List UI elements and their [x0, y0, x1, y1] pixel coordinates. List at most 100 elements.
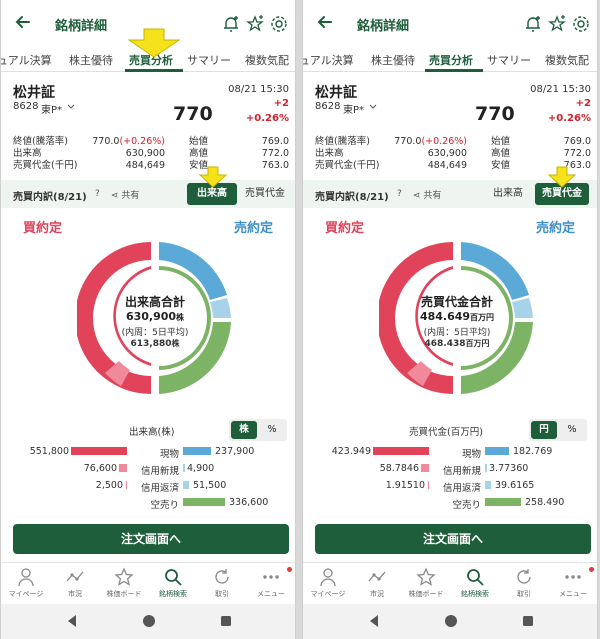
- unit-shares-button[interactable]: 株: [231, 421, 257, 439]
- nav-board[interactable]: 株価ボード: [99, 567, 149, 599]
- bell-plus-icon[interactable]: [221, 14, 241, 34]
- buy-bar: [71, 447, 127, 455]
- tab-shareholder-benefits[interactable]: 株主優待: [69, 52, 113, 68]
- nav-trade[interactable]: 取引: [499, 567, 549, 599]
- tab-trade-analysis[interactable]: 売買分析: [429, 52, 473, 68]
- stock-header: 松井証 8628 東P* 08/21 15:30 770 +2 +0.26%: [303, 80, 597, 132]
- quote-label: 始値: [189, 136, 209, 147]
- help-icon[interactable]: ?: [397, 189, 402, 199]
- breakdown-toolbar: 売買内訳(8/21) ? ⋖ 共有 出来高 売買代金: [1, 180, 295, 208]
- tab-dual-results[interactable]: ュアル決算: [303, 52, 354, 68]
- category-label: 空売り: [150, 500, 179, 511]
- sell-value: 258.490: [525, 497, 565, 508]
- buy-label: 買約定: [325, 221, 365, 236]
- bottom-nav: マイページ 市況 株価ボード 銘柄検索 取引 メニュー: [1, 562, 295, 604]
- person-icon: [320, 568, 336, 587]
- recents-square-icon[interactable]: [219, 614, 233, 628]
- nav-search[interactable]: 銘柄検索: [450, 567, 500, 599]
- unit-toggle: 株 %: [229, 419, 287, 441]
- order-screen-button[interactable]: 注文画面へ: [13, 524, 289, 554]
- total-title: 売買代金合計: [420, 295, 493, 309]
- quote-table: 終値(騰落率) 770.0(+0.26%) 始値 769.0 出来高 630,9…: [13, 136, 289, 172]
- back-arrow-icon[interactable]: [9, 8, 37, 36]
- stock-code: 8628: [13, 101, 39, 112]
- quote-value: 630,900: [125, 148, 165, 159]
- nav-search[interactable]: 銘柄検索: [148, 567, 198, 599]
- sell-bar: [485, 447, 509, 455]
- notification-dot: [589, 567, 594, 572]
- market-selector[interactable]: 東P*: [41, 101, 62, 116]
- tab-summary[interactable]: サマリー: [187, 52, 231, 68]
- unit-percent-button[interactable]: %: [259, 421, 285, 439]
- tab-summary[interactable]: サマリー: [487, 52, 531, 68]
- quote-label: 売買代金(千円): [13, 160, 78, 171]
- nav-mypage[interactable]: マイページ: [1, 567, 51, 599]
- help-icon[interactable]: ?: [95, 189, 100, 199]
- back-arrow-icon[interactable]: [311, 8, 339, 36]
- star-icon: [114, 567, 134, 586]
- settings-gear-icon[interactable]: [269, 14, 289, 34]
- sell-bar: [485, 464, 487, 472]
- recents-square-icon[interactable]: [521, 614, 535, 628]
- tab-multi-quotes[interactable]: 複数気配: [545, 52, 589, 68]
- yellow-arrow-annotation: [127, 28, 181, 58]
- home-circle-icon[interactable]: [444, 614, 458, 628]
- home-circle-icon[interactable]: [142, 614, 156, 628]
- unit-percent-button[interactable]: %: [559, 421, 585, 439]
- chevron-down-icon[interactable]: [67, 103, 75, 111]
- value-toggle-button[interactable]: 売買代金: [239, 183, 291, 205]
- unit-yen-button[interactable]: 円: [531, 421, 557, 439]
- back-triangle-icon[interactable]: [367, 614, 381, 628]
- inner-ring-caption: (内周：5日平均): [423, 328, 491, 338]
- quote-value: 770.0(+0.26%): [92, 136, 165, 147]
- tab-multi-quotes[interactable]: 複数気配: [245, 52, 289, 68]
- unit-row: 売買代金(百万円) 円 %: [303, 419, 597, 441]
- more-dots-icon: [263, 575, 279, 579]
- settings-gear-icon[interactable]: [571, 14, 591, 34]
- buy-value: 551,800: [29, 446, 69, 457]
- tab-dual-results[interactable]: ュアル決算: [1, 52, 52, 68]
- buy-bar: [373, 447, 429, 455]
- stock-code: 8628: [315, 101, 341, 112]
- volume-toggle-button[interactable]: 出来高: [483, 183, 533, 205]
- nav-trade[interactable]: 取引: [197, 567, 247, 599]
- quote-label: 終値(騰落率): [13, 136, 68, 147]
- quote-label: 終値(騰落率): [315, 136, 370, 147]
- five-day-average: 613,880株: [130, 339, 180, 349]
- quote-label: 高値: [189, 148, 209, 159]
- system-nav-bar: [303, 604, 597, 639]
- quote-value: 772.0: [563, 148, 591, 159]
- unit-row: 出来高(株) 株 %: [1, 419, 295, 441]
- nav-board[interactable]: 株価ボード: [401, 567, 451, 599]
- category-label: 現物: [159, 449, 179, 460]
- refresh-icon: [517, 569, 531, 584]
- star-plus-icon[interactable]: [245, 14, 265, 34]
- back-triangle-icon[interactable]: [65, 614, 79, 628]
- nav-market[interactable]: 市況: [352, 567, 402, 599]
- total-title: 出来高合計: [124, 295, 185, 309]
- notification-dot: [287, 567, 292, 572]
- star-plus-icon[interactable]: [547, 14, 567, 34]
- sell-value: 182.769: [513, 446, 553, 457]
- nav-mypage[interactable]: マイページ: [303, 567, 353, 599]
- breakdown-title: 売買内訳(8/21): [13, 192, 87, 203]
- market-selector[interactable]: 東P*: [343, 101, 364, 116]
- bell-plus-icon[interactable]: [523, 14, 543, 34]
- sell-bar: [485, 481, 491, 489]
- more-dots-icon: [565, 575, 581, 579]
- share-button[interactable]: ⋖ 共有: [413, 188, 441, 201]
- breakdown-list: 551,800 現物 237,900 76,600 信用新規 4,900 2,5…: [1, 444, 295, 512]
- order-screen-button[interactable]: 注文画面へ: [315, 524, 591, 554]
- share-button[interactable]: ⋖ 共有: [111, 188, 139, 201]
- tab-shareholder-benefits[interactable]: 株主優待: [371, 52, 415, 68]
- sell-value: 51,500: [193, 480, 227, 491]
- yellow-arrow-annotation: [547, 166, 577, 188]
- stock-name: 松井証: [13, 85, 55, 101]
- system-nav-bar: [1, 604, 295, 639]
- buy-bar: [421, 464, 429, 472]
- nav-market[interactable]: 市況: [50, 567, 100, 599]
- chevron-down-icon[interactable]: [369, 103, 377, 111]
- price-change: +2: [273, 98, 289, 109]
- breakdown-row-short: 空売り 258.490: [303, 495, 597, 512]
- category-label: 信用新規: [140, 466, 179, 477]
